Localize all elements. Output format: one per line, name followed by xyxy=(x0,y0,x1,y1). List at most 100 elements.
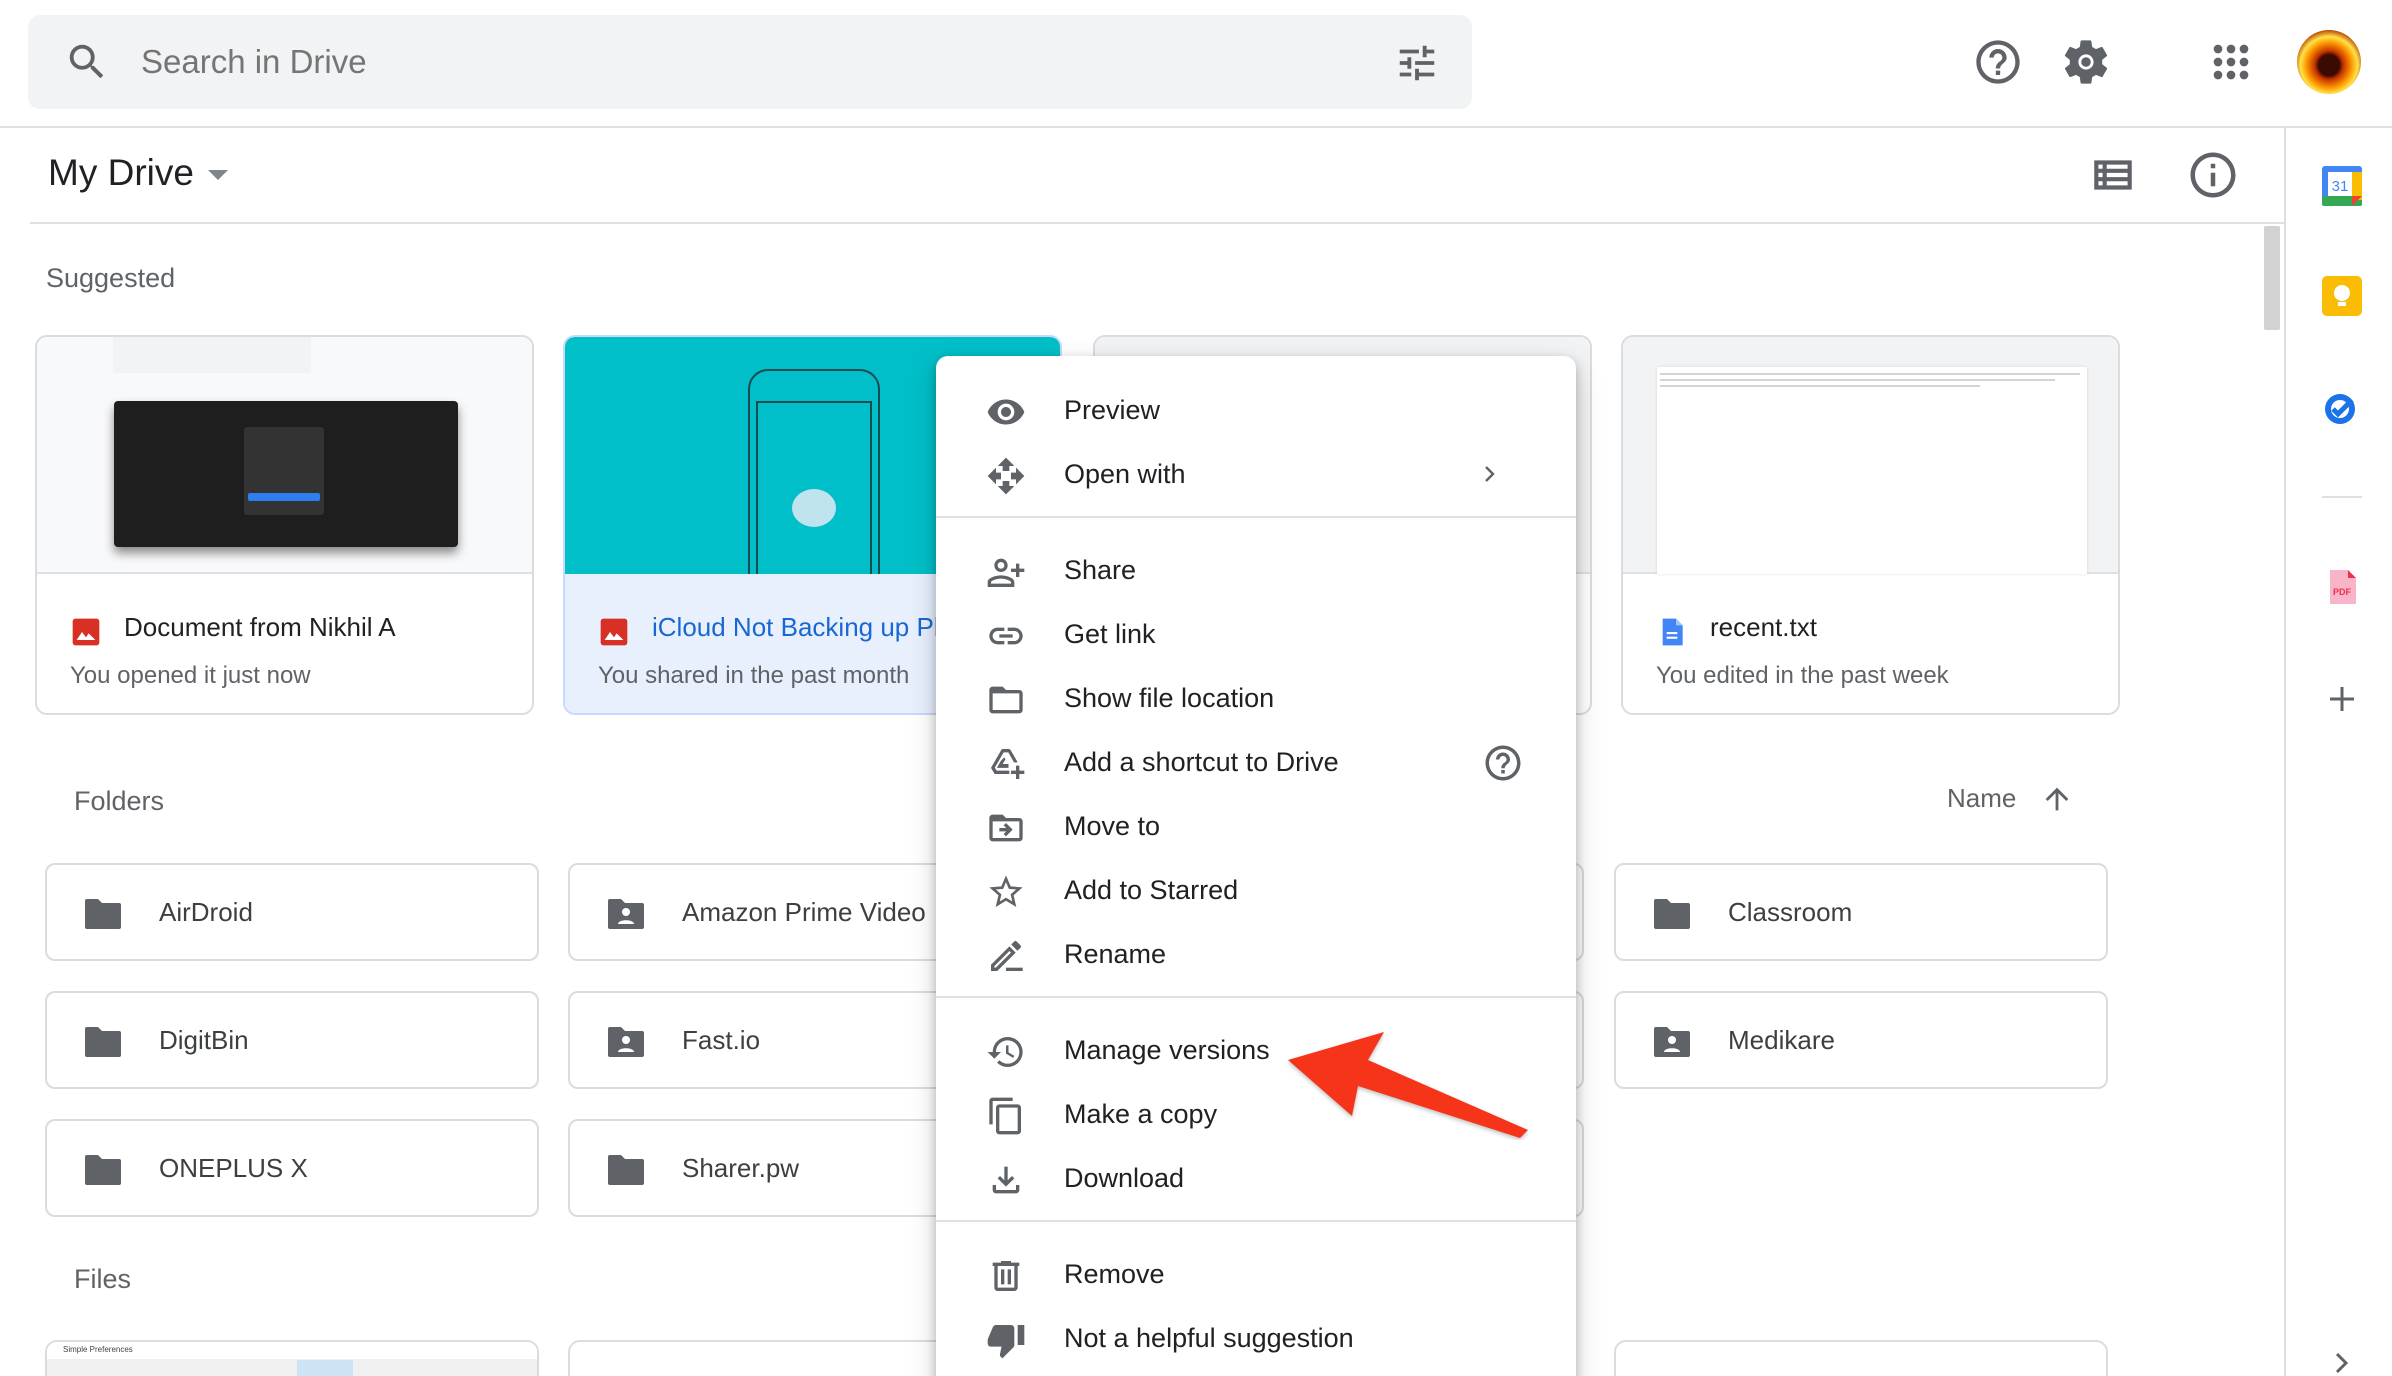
menu-item-label: Get link xyxy=(1064,619,1156,649)
folder-card[interactable]: ONEPLUS X xyxy=(45,1119,539,1217)
folder-name: Amazon Prime Video xyxy=(682,897,926,927)
search-options-icon[interactable] xyxy=(1394,40,1440,86)
folders-section-label: Folders xyxy=(74,786,165,816)
menu-item-label: Move to xyxy=(1064,811,1161,841)
sort-by-name-button[interactable]: Name xyxy=(1947,783,2016,814)
shared-folder-icon xyxy=(1652,1025,1692,1059)
folder-card[interactable]: Classroom xyxy=(1614,863,2108,961)
side-panel-divider xyxy=(2284,128,2286,1376)
menu-item-manage-versions[interactable]: Manage versions xyxy=(936,1018,1576,1082)
menu-item-download[interactable]: Download xyxy=(936,1146,1576,1210)
side-panel-separator xyxy=(2322,496,2362,498)
folder-name: DigitBin xyxy=(159,1025,249,1055)
settings-gear-icon[interactable] xyxy=(2060,36,2112,88)
search-icon[interactable] xyxy=(64,39,110,85)
menu-item-add-a-shortcut-to-drive[interactable]: Add a shortcut to Drive xyxy=(936,730,1576,794)
history-icon xyxy=(986,1032,1026,1072)
scrollbar-thumb[interactable] xyxy=(2264,226,2280,330)
add-shortcut-icon xyxy=(986,744,1026,784)
shared-folder-icon xyxy=(606,1025,646,1059)
calendar-badge: 31 xyxy=(2332,178,2349,195)
menu-item-label: Download xyxy=(1064,1163,1185,1193)
menu-item-show-file-location[interactable]: Show file location xyxy=(936,666,1576,730)
menu-item-remove[interactable]: Remove xyxy=(936,1242,1576,1306)
title-divider xyxy=(30,222,2285,224)
menu-item-get-link[interactable]: Get link xyxy=(936,602,1576,666)
suggested-section-label: Suggested xyxy=(46,263,176,293)
file-card[interactable]: Simple Preferences xyxy=(45,1340,539,1376)
header-divider xyxy=(0,126,2392,128)
image-file-icon xyxy=(598,616,630,648)
menu-item-add-to-starred[interactable]: Add to Starred xyxy=(936,858,1576,922)
menu-item-label: Open with xyxy=(1064,459,1186,489)
person-add-icon xyxy=(986,552,1026,592)
menu-item-label: Add to Starred xyxy=(1064,875,1239,905)
menu-item-label: Not a helpful suggestion xyxy=(1064,1323,1354,1353)
menu-item-rename[interactable]: Rename xyxy=(936,922,1576,986)
file-thumbnail xyxy=(37,337,532,574)
folder-card[interactable]: Medikare xyxy=(1614,991,2108,1089)
folder-name: ONEPLUS X xyxy=(159,1153,308,1183)
menu-item-move-to[interactable]: Move to xyxy=(936,794,1576,858)
folder-name: Sharer.pw xyxy=(682,1153,800,1183)
link-icon xyxy=(986,616,1026,656)
file-activity: You edited in the past week xyxy=(1656,662,1949,689)
pencil-icon xyxy=(986,936,1026,976)
file-thumbnail xyxy=(1623,337,2118,574)
arrow-up-icon[interactable] xyxy=(2040,782,2074,816)
menu-item-not-a-helpful-suggestion[interactable]: Not a helpful suggestion xyxy=(936,1306,1576,1370)
search-input[interactable] xyxy=(141,15,1321,109)
context-menu[interactable]: Preview Open with Share Get link Show file l… xyxy=(936,356,1576,1376)
menu-item-label: Share xyxy=(1064,555,1137,585)
calendar-icon[interactable]: 31 xyxy=(2318,162,2366,210)
menu-item-label: Show file location xyxy=(1064,683,1275,713)
folder-card[interactable]: DigitBin xyxy=(45,991,539,1089)
menu-item-label: Rename xyxy=(1064,939,1167,969)
apps-grid-icon[interactable] xyxy=(2205,36,2257,88)
copy-icon xyxy=(986,1096,1026,1136)
settings-screenshot-thumbnail xyxy=(114,401,458,547)
eye-icon xyxy=(986,392,1026,432)
folder-icon xyxy=(83,1025,123,1059)
open-with-icon xyxy=(986,456,1026,496)
list-view-icon[interactable] xyxy=(2088,150,2138,200)
image-file-icon xyxy=(70,616,102,648)
folder-icon xyxy=(1652,897,1692,931)
file-name: recent.txt xyxy=(1710,612,1817,642)
menu-item-preview[interactable]: Preview xyxy=(936,378,1576,442)
my-drive-title[interactable]: My Drive xyxy=(48,148,194,198)
folder-icon xyxy=(606,1153,646,1187)
chevron-right-icon xyxy=(1477,462,1501,486)
help-icon[interactable] xyxy=(1972,36,2024,88)
search-bar[interactable] xyxy=(28,15,1472,109)
menu-item-label: Remove xyxy=(1064,1259,1165,1289)
thumbs-down-icon xyxy=(986,1320,1026,1360)
folder-name: Classroom xyxy=(1728,897,1853,927)
move-to-folder-icon xyxy=(986,808,1026,848)
file-card[interactable] xyxy=(1614,1340,2108,1376)
menu-item-label: Add a shortcut to Drive xyxy=(1064,747,1339,777)
suggested-card[interactable]: recent.txt You edited in the past week xyxy=(1621,335,2120,715)
menu-item-share[interactable]: Share xyxy=(936,538,1576,602)
folder-card[interactable]: AirDroid xyxy=(45,863,539,961)
keep-icon[interactable] xyxy=(2318,272,2366,320)
folder-icon xyxy=(83,897,123,931)
menu-item-open-with[interactable]: Open with xyxy=(936,442,1576,506)
chevron-right-icon[interactable] xyxy=(2330,1350,2354,1376)
caret-down-icon[interactable] xyxy=(208,170,228,180)
suggested-card[interactable]: Document from Nikhil A You opened it jus… xyxy=(35,335,534,715)
help-icon[interactable] xyxy=(1482,742,1524,784)
plus-icon[interactable] xyxy=(2318,675,2366,723)
file-activity: You shared in the past month xyxy=(598,662,910,689)
menu-item-label: Preview xyxy=(1064,395,1161,425)
star-outline-icon xyxy=(986,872,1026,912)
account-avatar[interactable] xyxy=(2297,30,2361,94)
folder-name: Fast.io xyxy=(682,1025,761,1055)
trash-icon xyxy=(986,1256,1026,1296)
pdf-icon[interactable]: PDF xyxy=(2318,562,2366,610)
info-icon[interactable] xyxy=(2186,148,2240,202)
tasks-icon[interactable] xyxy=(2318,383,2366,431)
file-thumb-title: Simple Preferences xyxy=(63,1345,133,1354)
folder-name: AirDroid xyxy=(159,897,253,927)
menu-item-make-a-copy[interactable]: Make a copy xyxy=(936,1082,1576,1146)
